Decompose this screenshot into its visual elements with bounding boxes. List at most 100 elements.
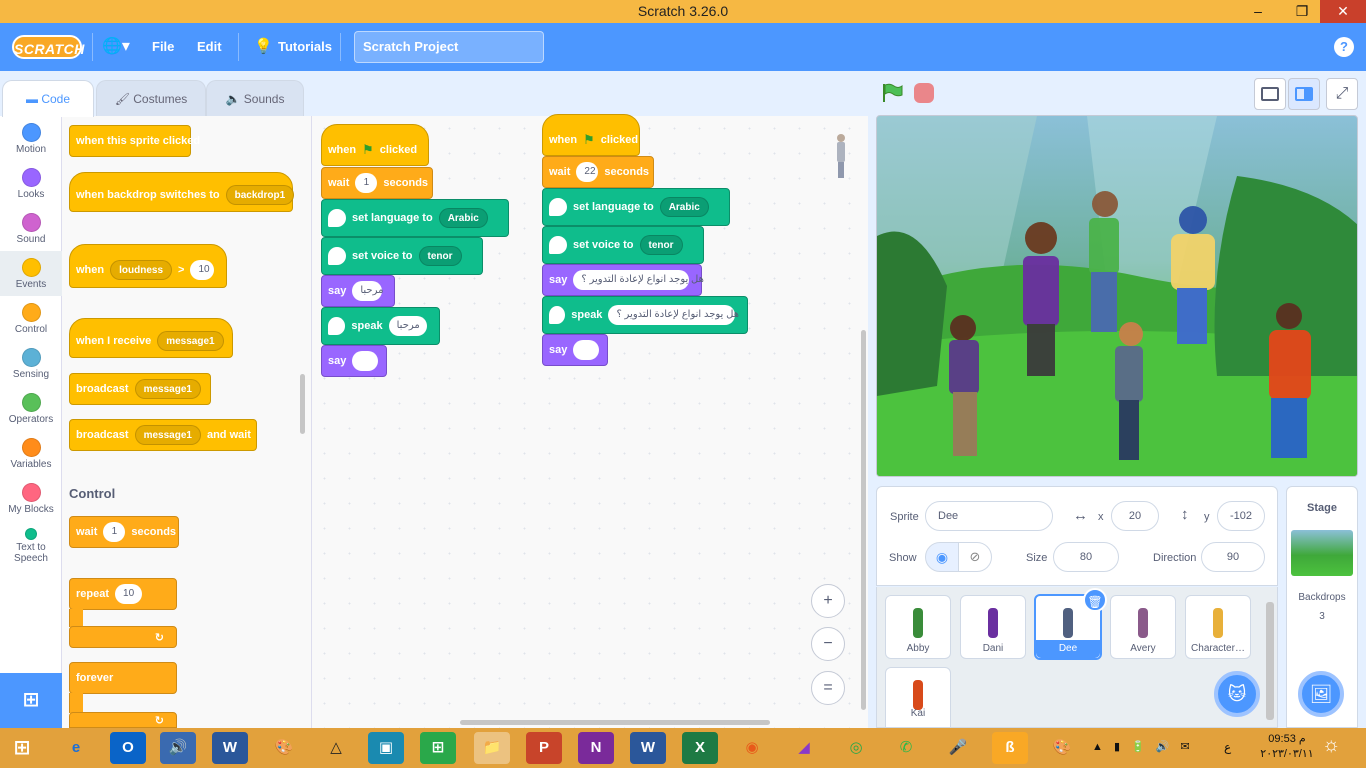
say-input[interactable] xyxy=(352,351,379,371)
speak-input[interactable]: مرحبا xyxy=(388,316,427,336)
photos-icon[interactable]: ▣ xyxy=(368,732,404,764)
say-input[interactable]: هل يوجد انواع لإعادة التدوير ؟ xyxy=(573,270,704,290)
fullscreen-icon[interactable]: ⤢ xyxy=(1326,78,1358,110)
y-input[interactable]: -102 xyxy=(1217,501,1265,531)
say-input[interactable] xyxy=(573,340,600,360)
tutorials-bulb-icon[interactable]: 💡 xyxy=(254,23,273,71)
file-menu[interactable]: File xyxy=(152,23,174,71)
language-dropdown[interactable]: Arabic xyxy=(659,197,709,217)
onenote-icon[interactable]: N xyxy=(578,732,614,764)
minimize-button[interactable]: – xyxy=(1242,0,1274,23)
language-dropdown[interactable]: Arabic xyxy=(438,208,488,228)
voice-dropdown[interactable]: tenor xyxy=(418,246,462,266)
chrome-icon[interactable]: ◎ xyxy=(838,732,874,764)
x-input[interactable]: 20 xyxy=(1111,501,1159,531)
zoom-in-button[interactable]: + xyxy=(811,584,845,618)
message-dropdown[interactable]: message1 xyxy=(134,425,201,445)
wait-input[interactable]: 1 xyxy=(355,173,378,193)
category-motion[interactable]: Motion xyxy=(0,116,62,161)
loudness-input[interactable]: 10 xyxy=(190,260,214,280)
category-variables[interactable]: Variables xyxy=(0,431,62,476)
block-broadcast[interactable]: broadcast message1 xyxy=(69,373,211,405)
green-flag-icon[interactable] xyxy=(881,83,903,103)
whatsapp-icon[interactable]: ✆ xyxy=(888,732,924,764)
block-when-flag-clicked[interactable]: when ⚑ clicked xyxy=(321,124,429,166)
store-icon[interactable]: ⊞ xyxy=(420,732,456,764)
wait-input[interactable]: 22 xyxy=(576,162,599,182)
category-events[interactable]: Events xyxy=(0,251,62,296)
block-speak[interactable]: speak هل يوجد انواع لإعادة التدوير ؟ xyxy=(542,296,748,334)
hide-eye-icon[interactable]: ⊘ xyxy=(958,542,992,572)
tutorials-menu[interactable]: Tutorials xyxy=(278,23,332,71)
excel-icon[interactable]: X xyxy=(682,732,718,764)
category-looks[interactable]: Looks xyxy=(0,161,62,206)
category-control[interactable]: Control xyxy=(0,296,62,341)
backdrop-dropdown[interactable]: backdrop1 xyxy=(225,185,295,205)
media-speaker-icon[interactable]: 🔊 xyxy=(160,732,196,764)
zoom-reset-button[interactable]: = xyxy=(811,671,845,705)
help-icon[interactable]: ? xyxy=(1334,37,1354,57)
block-when-backdrop-switches[interactable]: when backdrop switches to backdrop1 xyxy=(69,172,295,212)
block-when-i-receive[interactable]: when I receive message1 xyxy=(69,318,233,358)
kotlin-icon[interactable]: ◢ xyxy=(786,732,822,764)
block-say[interactable]: say xyxy=(321,345,387,377)
tab-code[interactable]: ▬ Code xyxy=(2,80,94,117)
word-icon[interactable]: W xyxy=(212,732,248,764)
scratch-app-icon[interactable]: ß xyxy=(992,732,1028,764)
powerpoint-icon[interactable]: P xyxy=(526,732,562,764)
sprite-tile-abby[interactable]: Abby xyxy=(885,595,951,659)
project-title-input[interactable]: Scratch Project xyxy=(354,31,544,63)
message-dropdown[interactable]: message1 xyxy=(134,379,201,399)
palette-scrollbar[interactable] xyxy=(300,374,305,434)
tab-costumes[interactable]: 🖌 Costumes xyxy=(96,80,206,116)
tab-sounds[interactable]: 🔈 Sounds xyxy=(206,80,304,116)
block-set-voice[interactable]: set voice to tenor xyxy=(321,237,483,275)
sprite-tile-kai[interactable]: Kai xyxy=(885,667,951,728)
scratch-logo[interactable]: SCRATCH xyxy=(12,35,84,59)
outlook-icon[interactable]: O xyxy=(110,732,146,764)
sprite-list-scrollbar[interactable] xyxy=(1266,602,1274,720)
sprite-name-input[interactable]: Dee xyxy=(925,501,1053,531)
close-window-button[interactable]: ✕ xyxy=(1320,0,1366,23)
block-say[interactable]: say هل يوجد انواع لإعادة التدوير ؟ xyxy=(542,264,704,296)
block-repeat[interactable]: repeat 10 xyxy=(69,578,177,610)
microphone-icon[interactable]: 🎤 xyxy=(940,732,976,764)
firefox-icon[interactable]: ◉ xyxy=(734,732,770,764)
stage-canvas[interactable] xyxy=(876,115,1358,477)
workspace-horizontal-scrollbar[interactable] xyxy=(460,720,770,725)
block-set-language[interactable]: set language to Arabic xyxy=(542,188,730,226)
language-globe-icon[interactable]: 🌐▾ xyxy=(102,23,130,71)
paint-palette-icon[interactable]: 🎨 xyxy=(1044,732,1080,764)
workspace-vertical-scrollbar[interactable] xyxy=(861,330,866,710)
system-clock[interactable]: 09:53 م ٢٠٢٣/٠٣/١١ xyxy=(1252,732,1322,764)
word-icon-2[interactable]: W xyxy=(630,732,666,764)
block-say[interactable]: say مرحبا xyxy=(321,275,395,307)
loudness-dropdown[interactable]: loudness xyxy=(110,260,173,280)
direction-input[interactable]: 90 xyxy=(1201,542,1265,572)
file-explorer-icon[interactable]: 📁 xyxy=(474,732,510,764)
category-my-blocks[interactable]: My Blocks xyxy=(0,476,62,521)
block-forever[interactable]: forever xyxy=(69,662,177,694)
system-tray-icons[interactable]: ▲ ▮ 🔋 🔊 ✉ xyxy=(1092,740,1194,753)
choose-backdrop-icon[interactable]: 🖼 xyxy=(1298,671,1344,717)
choose-sprite-icon[interactable]: 🐱 xyxy=(1214,671,1260,717)
sprite-tile-avery[interactable]: Avery xyxy=(1110,595,1176,659)
category-sensing[interactable]: Sensing xyxy=(0,341,62,386)
block-say[interactable]: say xyxy=(542,334,608,366)
block-set-voice[interactable]: set voice to tenor xyxy=(542,226,704,264)
message-dropdown[interactable]: message1 xyxy=(157,331,224,351)
speak-input[interactable]: هل يوجد انواع لإعادة التدوير ؟ xyxy=(608,305,739,325)
windows-start-icon[interactable]: ⊞ xyxy=(4,732,40,764)
category-sound[interactable]: Sound xyxy=(0,206,62,251)
repeat-input[interactable]: 10 xyxy=(115,584,143,604)
sprite-tile-dani[interactable]: Dani xyxy=(960,595,1026,659)
archicad-icon[interactable]: △ xyxy=(318,732,354,764)
block-wait[interactable]: wait 22 seconds xyxy=(542,156,654,188)
size-input[interactable]: 80 xyxy=(1053,542,1119,572)
internet-explorer-icon[interactable]: e xyxy=(58,732,94,764)
sprite-tile-character[interactable]: Character… xyxy=(1185,595,1251,659)
paint-icon[interactable]: 🎨 xyxy=(266,732,302,764)
say-input[interactable]: مرحبا xyxy=(352,281,383,301)
add-extension-button[interactable]: ⊞ xyxy=(0,673,62,728)
block-when-loudness[interactable]: when loudness >10 xyxy=(69,244,227,288)
